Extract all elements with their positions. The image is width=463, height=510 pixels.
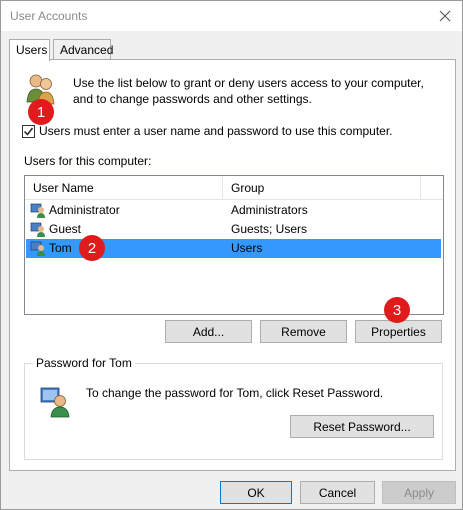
group-cell: Administrators bbox=[231, 203, 308, 217]
users-tab-panel: Use the list below to grant or deny user… bbox=[9, 59, 456, 471]
column-header-user-name[interactable]: User Name bbox=[25, 176, 223, 200]
remove-button[interactable]: Remove bbox=[260, 320, 347, 343]
group-cell: Guests; Users bbox=[231, 222, 308, 236]
checkmark-icon bbox=[23, 127, 34, 136]
annotation-badge-1: 1 bbox=[28, 99, 54, 125]
user-name-cell: Tom bbox=[49, 241, 72, 255]
password-group-title: Password for Tom bbox=[33, 356, 135, 370]
user-icon bbox=[30, 222, 45, 237]
listview-header: User Name Group bbox=[25, 176, 443, 200]
user-icon bbox=[30, 241, 45, 256]
annotation-badge-3: 3 bbox=[384, 297, 410, 323]
properties-button[interactable]: Properties bbox=[355, 320, 442, 343]
tab-advanced[interactable]: Advanced bbox=[53, 39, 113, 60]
intro-text: Use the list below to grant or deny user… bbox=[73, 76, 424, 106]
require-password-label: Users must enter a user name and passwor… bbox=[39, 124, 393, 138]
annotation-badge-2: 2 bbox=[79, 235, 105, 261]
add-button[interactable]: Add... bbox=[165, 320, 252, 343]
password-groupbox: Password for Tom To change the password … bbox=[24, 356, 443, 460]
require-password-row: Users must enter a user name and passwor… bbox=[22, 124, 393, 138]
column-header-group[interactable]: Group bbox=[223, 176, 421, 200]
user-icon bbox=[30, 203, 45, 218]
group-cell: Users bbox=[231, 241, 263, 255]
apply-button: Apply bbox=[382, 481, 456, 504]
user-name-cell: Administrator bbox=[49, 203, 120, 217]
user-name-cell: Guest bbox=[49, 222, 82, 236]
close-button[interactable] bbox=[432, 4, 458, 28]
users-list-label: Users for this computer: bbox=[24, 154, 152, 168]
table-row[interactable]: Administrator Administrators bbox=[26, 201, 441, 220]
window-title: User Accounts bbox=[10, 9, 88, 23]
tab-users[interactable]: Users bbox=[9, 39, 50, 61]
user-accounts-window: User Accounts Users Advanced Use the lis… bbox=[0, 0, 463, 510]
close-icon bbox=[439, 10, 451, 22]
user-key-icon bbox=[39, 384, 73, 421]
password-instruction: To change the password for Tom, click Re… bbox=[86, 386, 384, 400]
ok-button[interactable]: OK bbox=[220, 481, 292, 504]
require-password-checkbox[interactable] bbox=[22, 124, 35, 138]
title-bar: User Accounts bbox=[1, 1, 462, 31]
cancel-button[interactable]: Cancel bbox=[300, 481, 375, 504]
reset-password-button[interactable]: Reset Password... bbox=[290, 415, 434, 438]
